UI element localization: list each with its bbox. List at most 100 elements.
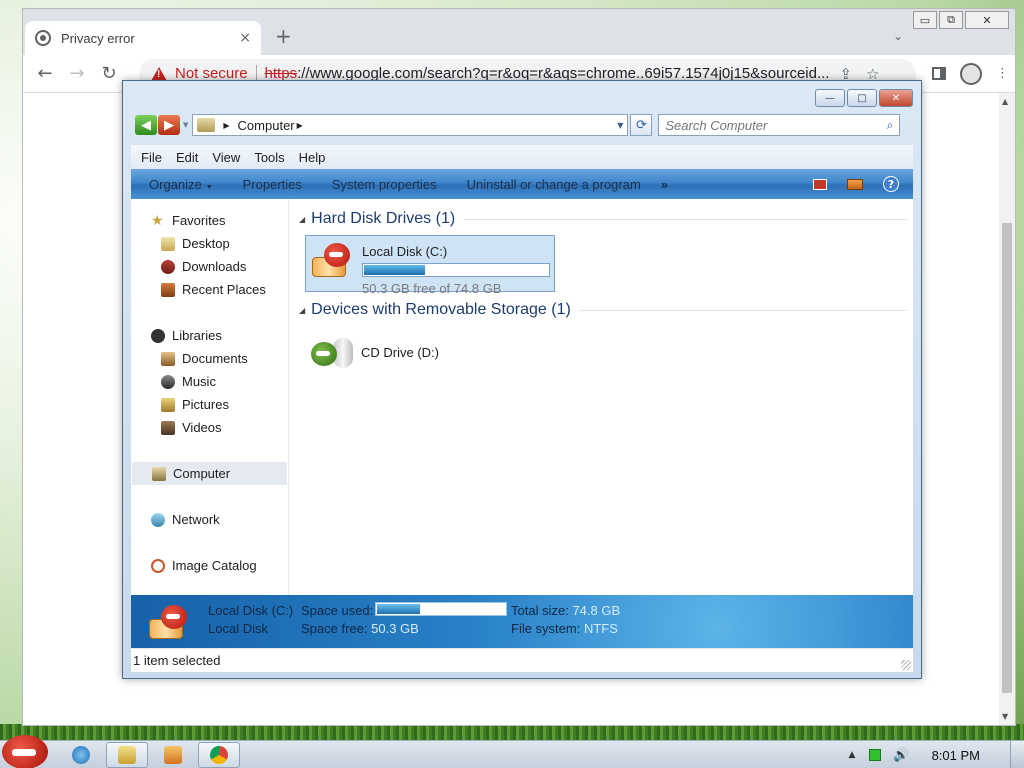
back-button[interactable]: ← [29, 63, 61, 84]
group-header-hard-disk[interactable]: ◢ Hard Disk Drives (1) [299, 209, 907, 229]
recent-pages-dropdown[interactable]: ▼ [183, 121, 188, 129]
resize-grip[interactable] [901, 660, 911, 670]
nav-label: Recent Places [182, 282, 266, 297]
address-bar[interactable]: ▶ Computer ▶ ▼ [192, 114, 629, 136]
menu-tools[interactable]: Tools [254, 150, 284, 165]
nav-label: Pictures [182, 397, 229, 412]
nav-downloads[interactable]: Downloads [131, 255, 288, 278]
more-commands-button[interactable]: » [661, 177, 668, 192]
show-desktop-button[interactable] [1010, 741, 1024, 768]
breadcrumb-computer[interactable]: Computer [238, 118, 295, 133]
system-properties-button[interactable]: System properties [332, 177, 437, 192]
address-dropdown-icon[interactable]: ▼ [617, 121, 623, 130]
nav-network[interactable]: Network [131, 508, 288, 531]
scrollbar-thumb[interactable] [1002, 223, 1012, 693]
change-view-icon[interactable] [813, 178, 827, 190]
nav-label: Libraries [172, 328, 222, 343]
menu-file[interactable]: File [141, 150, 162, 165]
nav-pictures[interactable]: Pictures [131, 393, 288, 416]
nav-label: Network [172, 512, 220, 527]
nav-favorites[interactable]: ★ Favorites [131, 209, 288, 232]
explorer-minimize-button[interactable]: — [815, 89, 845, 107]
tab-search-button[interactable]: ⌄ [893, 29, 903, 43]
side-panel-icon[interactable] [932, 67, 946, 80]
show-hidden-icons[interactable]: ▲ [848, 750, 855, 760]
refresh-button[interactable]: ⟳ [630, 114, 653, 136]
nav-libraries[interactable]: Libraries [131, 324, 288, 347]
content-area: ★ Favorites Desktop Downloads Recent Plac… [131, 199, 913, 595]
nav-documents[interactable]: Documents [131, 347, 288, 370]
volume-icon[interactable]: 🔊 [893, 748, 909, 763]
menu-help[interactable]: Help [299, 150, 326, 165]
taskbar-media-button[interactable] [152, 742, 194, 768]
menu-edit[interactable]: Edit [176, 150, 198, 165]
tab-close-button[interactable]: × [239, 30, 251, 46]
nav-recent-places[interactable]: Recent Places [131, 278, 288, 301]
new-tab-button[interactable]: + [275, 24, 292, 48]
total-size-value: 74.8 GB [572, 603, 621, 618]
folder-icon [118, 746, 136, 764]
space-free-label: Space free: [301, 621, 368, 636]
start-button[interactable] [2, 735, 48, 768]
chevron-down-icon: ▼ [203, 183, 213, 191]
collapse-icon[interactable]: ◢ [299, 215, 305, 224]
minimize-button[interactable]: ▭ [913, 11, 937, 29]
chrome-icon [210, 746, 228, 764]
organize-button[interactable]: Organize ▼ [149, 177, 213, 192]
angry-bird-icon [161, 605, 187, 629]
search-input[interactable] [665, 117, 887, 133]
status-text: 1 item selected [133, 653, 221, 668]
help-icon[interactable]: ? [883, 176, 899, 192]
taskbar-ie-button[interactable] [60, 742, 102, 768]
explorer-close-button[interactable]: ✕ [879, 89, 913, 107]
downloads-icon [161, 259, 175, 274]
local-disk-item[interactable]: Local Disk (C:) 50.3 GB free of 74.8 GB [305, 235, 555, 296]
profile-icon[interactable] [960, 62, 982, 85]
search-icon[interactable]: ⌕ [887, 118, 894, 133]
browser-tab[interactable]: Privacy error × [25, 21, 261, 55]
nav-desktop[interactable]: Desktop [131, 232, 288, 255]
space-free-value: 50.3 GB [371, 621, 419, 636]
properties-button[interactable]: Properties [243, 177, 302, 192]
usage-fill [377, 604, 420, 614]
clock[interactable]: 8:01 PM [932, 748, 980, 763]
command-bar: Organize ▼ Properties System properties … [131, 169, 913, 199]
total-size-label: Total size: [511, 603, 569, 618]
nav-label: Downloads [182, 259, 247, 274]
scroll-up-icon[interactable]: ▲ [1002, 97, 1008, 106]
restore-button[interactable]: ⧉ [939, 11, 963, 29]
drive-free-text: 50.3 GB free of 74.8 GB [362, 281, 502, 296]
forward-button[interactable]: → [61, 63, 93, 84]
close-button[interactable]: ✕ [965, 11, 1009, 29]
preview-pane-icon[interactable] [847, 178, 863, 190]
explorer-maximize-button[interactable]: □ [847, 89, 877, 107]
page-scrollbar[interactable]: ▲ ▼ [999, 93, 1015, 725]
nav-computer[interactable]: Computer [132, 462, 287, 485]
nav-videos[interactable]: Videos [131, 416, 288, 439]
breadcrumb-arrow-icon[interactable]: ▶ [223, 121, 229, 130]
network-status-icon[interactable] [869, 749, 882, 761]
breadcrumb-arrow-icon[interactable]: ▶ [297, 121, 303, 130]
taskbar-chrome-button[interactable] [198, 742, 240, 768]
nav-image-catalog[interactable]: Image Catalog [131, 554, 288, 577]
status-bar: 1 item selected [131, 648, 913, 672]
cd-drive-item[interactable]: CD Drive (D:) [309, 330, 907, 374]
chrome-menu-button[interactable]: ⋮ [996, 66, 1009, 81]
pictures-icon [161, 397, 175, 412]
collapse-icon[interactable]: ◢ [299, 306, 305, 315]
search-box[interactable]: ⌕ [658, 114, 901, 136]
reload-button[interactable]: ↻ [93, 63, 125, 84]
uninstall-button[interactable]: Uninstall or change a program [467, 177, 641, 192]
group-header-removable[interactable]: ◢ Devices with Removable Storage (1) [299, 300, 907, 320]
explorer-forward-button[interactable]: ▶ [158, 115, 180, 135]
menu-view[interactable]: View [212, 150, 240, 165]
warning-icon[interactable] [151, 66, 167, 81]
explorer-back-button[interactable]: ◀ [135, 115, 157, 135]
nav-buttons: ◀ ▶ ▼ [135, 115, 188, 135]
nav-label: Favorites [172, 213, 226, 228]
taskbar-explorer-button[interactable] [106, 742, 148, 768]
nav-music[interactable]: Music [131, 370, 288, 393]
scroll-down-icon[interactable]: ▼ [1002, 712, 1008, 721]
group-title: Hard Disk Drives (1) [311, 210, 456, 227]
